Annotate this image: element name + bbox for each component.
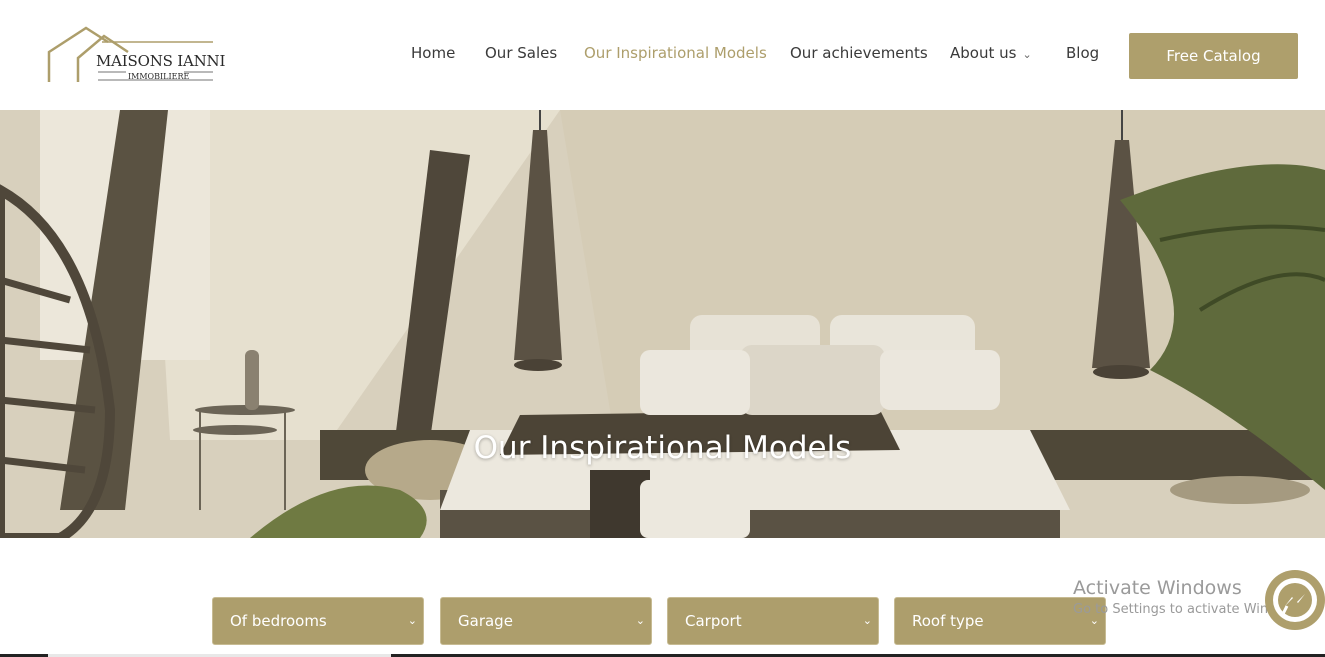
chevron-down-icon: ⌄ <box>862 614 872 627</box>
messenger-chat-button[interactable] <box>1265 570 1325 630</box>
brand-tagline: IMMOBILIERE <box>128 72 190 81</box>
nav-our-sales[interactable]: Our Sales <box>485 44 557 62</box>
site-header: MAISONS IANNI IMMOBILIERE Home Our Sales… <box>0 0 1325 110</box>
chevron-down-icon: ⌄ <box>407 614 417 627</box>
roof-type-filter-select[interactable]: Roof type ⌄ <box>894 597 1106 645</box>
bedrooms-filter-value: Of bedrooms <box>230 612 327 630</box>
garage-filter-select[interactable]: Garage ⌄ <box>440 597 652 645</box>
bedroom-hero-image <box>0 110 1325 538</box>
nav-about-us-label: About us <box>950 44 1017 62</box>
chevron-down-icon: ⌄ <box>635 614 645 627</box>
garage-filter-value: Garage <box>458 612 513 630</box>
brand-logo[interactable]: MAISONS IANNI IMMOBILIERE <box>46 24 225 86</box>
hero-title: Our Inspirational Models <box>473 430 852 466</box>
free-catalog-button[interactable]: Free Catalog <box>1129 33 1298 79</box>
brand-name: MAISONS IANNI <box>96 52 226 70</box>
hero-banner: Our Inspirational Models <box>0 110 1325 538</box>
carport-filter-value: Carport <box>685 612 742 630</box>
nav-inspirational-models[interactable]: Our Inspirational Models <box>584 44 767 62</box>
bedrooms-filter-select[interactable]: Of bedrooms ⌄ <box>212 597 424 645</box>
nav-blog[interactable]: Blog <box>1066 44 1099 62</box>
messenger-icon <box>1273 578 1317 622</box>
nav-home[interactable]: Home <box>411 44 455 62</box>
carport-filter-select[interactable]: Carport ⌄ <box>667 597 879 645</box>
filter-bar: Of bedrooms ⌄ Garage ⌄ Carport ⌄ Roof ty… <box>0 597 1325 645</box>
chevron-down-icon: ⌄ <box>1022 48 1032 61</box>
nav-achievements[interactable]: Our achievements <box>790 44 928 62</box>
roof-type-filter-value: Roof type <box>912 612 984 630</box>
nav-about-us[interactable]: About us ⌄ <box>950 44 1032 62</box>
chevron-down-icon: ⌄ <box>1089 614 1099 627</box>
